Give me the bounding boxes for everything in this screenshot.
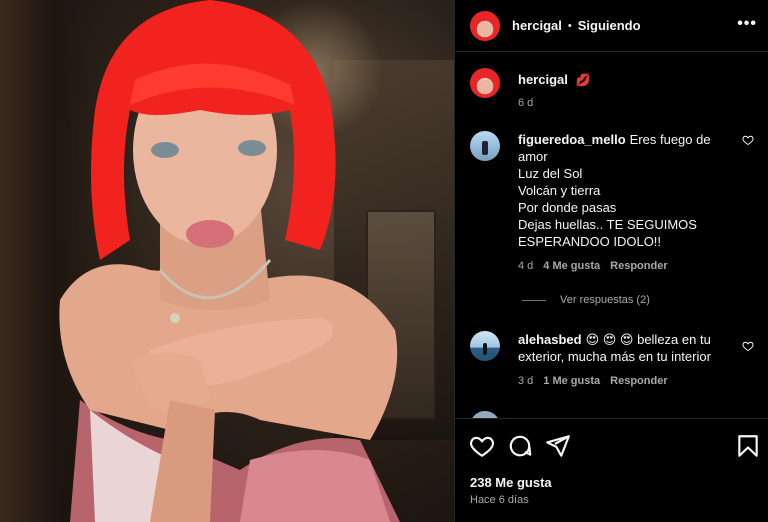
view-replies-button[interactable]: Ver respuestas (2) xyxy=(522,294,650,306)
post-photo[interactable] xyxy=(0,0,454,522)
like-comment-heart-icon[interactable] xyxy=(742,340,754,352)
caption-avatar[interactable] xyxy=(470,68,500,98)
comment-text-line: Dejas huellas.. TE SEGUIMOS xyxy=(518,217,697,232)
comment-text-line: amor xyxy=(518,149,548,164)
comment-text-line: 😍 😍 😍 belleza en tu xyxy=(585,332,711,347)
comment-likes[interactable]: 1 Me gusta xyxy=(543,373,600,390)
more-icon[interactable]: ••• xyxy=(737,15,757,33)
comment-text-line: Eres fuego de xyxy=(629,132,711,147)
comment-username[interactable]: figueredoa_mello xyxy=(518,132,626,147)
post-date: Hace 6 días xyxy=(470,494,529,506)
post-panel: hercigal • Siguiendo ••• hercigal 💋 6 d xyxy=(454,0,768,522)
separator-dot: • xyxy=(567,19,572,32)
comment-item: alehasbed 😍 😍 😍 belleza en tu exterior, m… xyxy=(470,331,760,390)
caption-username[interactable]: hercigal xyxy=(518,72,568,87)
comment-text-line: ESPERANDOO IDOLO!! xyxy=(518,234,662,249)
next-comment-avatar[interactable] xyxy=(470,411,500,418)
commenter-avatar[interactable] xyxy=(470,331,500,361)
post-header: hercigal • Siguiendo ••• xyxy=(455,0,768,52)
comments-list[interactable]: hercigal 💋 6 d figueredoa_mello Eres fueg… xyxy=(455,53,768,418)
replies-divider xyxy=(522,299,546,301)
author-username[interactable]: hercigal xyxy=(512,18,562,33)
comment-likes[interactable]: 4 Me gusta xyxy=(543,258,600,275)
likes-count[interactable]: 238 Me gusta xyxy=(470,475,552,490)
like-comment-heart-icon[interactable] xyxy=(742,134,754,146)
comment-age: 3 d xyxy=(518,375,534,387)
caption-text: 💋 xyxy=(575,73,591,87)
comment-age: 4 d xyxy=(518,260,534,272)
comment-text-line: Volcán y tierra xyxy=(518,183,601,198)
view-replies-label: Ver respuestas (2) xyxy=(560,294,650,306)
bookmark-icon[interactable] xyxy=(735,433,761,459)
comment-text-line: Por donde pasas xyxy=(518,200,617,215)
caption-age: 6 d xyxy=(518,97,534,109)
action-bar: 238 Me gusta Hace 6 días xyxy=(455,418,768,522)
comment-item: figueredoa_mello Eres fuego de amor Luz d… xyxy=(470,131,760,275)
reply-button[interactable]: Responder xyxy=(610,258,667,275)
caption: hercigal 💋 6 d xyxy=(470,68,760,112)
commenter-avatar[interactable] xyxy=(470,131,500,161)
reply-button[interactable]: Responder xyxy=(610,373,667,390)
following-button[interactable]: Siguiendo xyxy=(578,18,641,33)
comment-text-line: Luz del Sol xyxy=(518,166,583,181)
comment-username[interactable]: alehasbed xyxy=(518,332,582,347)
comment-icon[interactable] xyxy=(507,433,533,459)
heart-icon[interactable] xyxy=(469,433,495,459)
portrait-illustration xyxy=(59,0,400,522)
comment-text-line: exterior, mucha más en tu interior xyxy=(518,349,711,364)
author-avatar[interactable] xyxy=(470,10,500,41)
share-icon[interactable] xyxy=(545,433,571,459)
